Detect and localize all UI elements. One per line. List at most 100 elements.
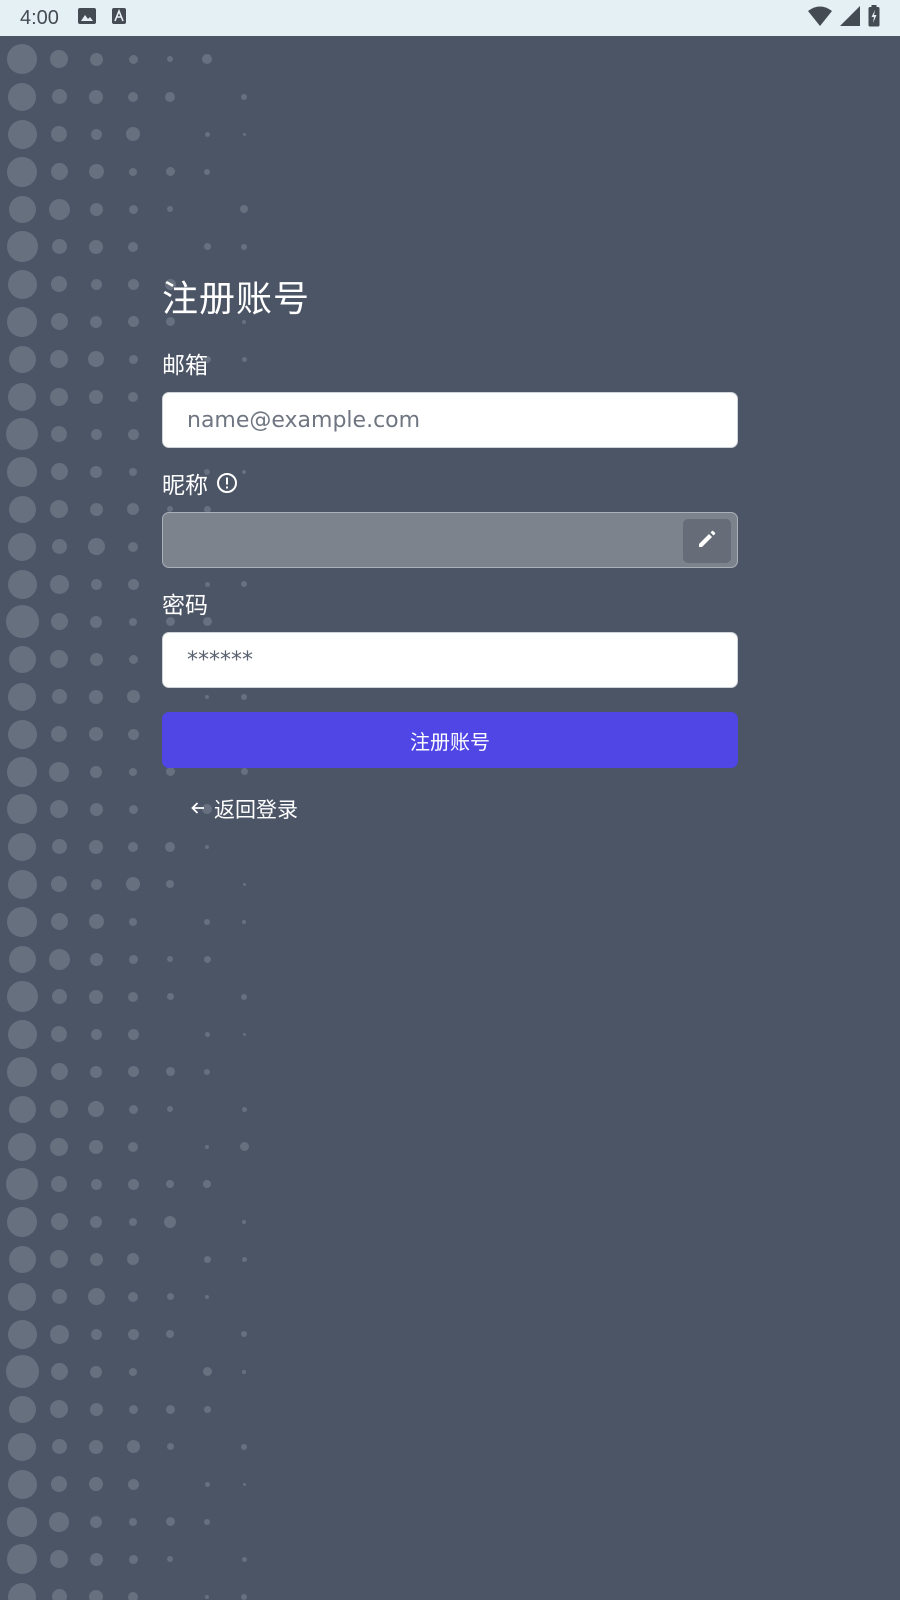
background-dot	[8, 82, 36, 111]
background-dot	[7, 456, 37, 487]
background-dot	[129, 617, 137, 626]
background-dot	[51, 1176, 67, 1192]
background-dot	[90, 765, 102, 778]
info-icon[interactable]	[216, 472, 238, 494]
background-dot	[126, 690, 140, 703]
email-field[interactable]	[163, 393, 737, 447]
background-dot	[51, 1026, 67, 1042]
background-dot	[127, 578, 139, 590]
background-dot	[5, 1355, 39, 1388]
background-dot	[6, 418, 38, 450]
background-dot	[128, 1104, 138, 1114]
background-dot	[8, 1582, 36, 1600]
battery-charging-icon	[868, 5, 880, 31]
background-dot	[51, 276, 67, 292]
background-dot	[50, 1550, 68, 1568]
background-dot	[51, 989, 67, 1004]
background-dot	[242, 1219, 246, 1224]
background-dot	[51, 1589, 67, 1600]
email-label-row: 邮箱	[162, 340, 738, 386]
background-dot	[89, 239, 103, 254]
background-dot	[7, 1506, 37, 1537]
background-dot	[129, 467, 137, 476]
background-dot	[241, 1106, 247, 1112]
background-dot	[129, 1367, 137, 1376]
background-dot	[90, 1178, 102, 1190]
background-dot	[205, 1594, 209, 1599]
background-dot	[242, 919, 246, 924]
background-dot	[8, 532, 36, 561]
background-dot	[89, 1589, 103, 1600]
background-dot	[6, 231, 38, 262]
page-title: 注册账号	[162, 279, 311, 320]
email-label: 邮箱	[162, 353, 208, 379]
background-dot	[128, 204, 138, 214]
background-dot	[51, 426, 67, 442]
wifi-icon	[808, 6, 832, 30]
background-dot	[128, 1554, 138, 1564]
background-dot	[90, 315, 102, 328]
background-dot	[89, 502, 103, 516]
background-dot	[50, 463, 68, 480]
background-dot	[203, 1255, 211, 1263]
background-dot	[7, 269, 37, 299]
background-dot	[90, 615, 102, 628]
background-dot	[90, 278, 102, 290]
font-icon	[111, 7, 127, 29]
background-dot	[205, 1144, 209, 1149]
background-dot	[90, 1328, 102, 1340]
background-dot	[127, 1253, 139, 1265]
background-dot	[51, 876, 67, 892]
nickname-label-row: 昵称	[162, 460, 738, 506]
background-dot	[7, 756, 37, 787]
background-dot	[89, 1402, 103, 1416]
background-dot	[128, 991, 138, 1002]
background-dot	[164, 1215, 176, 1228]
background-dot	[167, 1556, 173, 1562]
background-dot	[166, 993, 174, 1000]
password-field[interactable]	[163, 633, 737, 687]
background-dot	[241, 1331, 247, 1337]
background-dot	[7, 1056, 37, 1087]
back-to-login-link[interactable]: 返回登录	[190, 794, 298, 824]
background-dot	[202, 54, 212, 64]
background-dot	[89, 802, 103, 816]
background-dot	[88, 1101, 104, 1117]
background-dot	[128, 54, 138, 64]
background-dot	[7, 794, 37, 824]
background-dot	[87, 538, 105, 555]
background-dot	[241, 1556, 247, 1562]
background-dot	[48, 198, 70, 220]
background-dot	[90, 578, 102, 590]
background-dot	[51, 239, 67, 254]
background-dot	[8, 1132, 36, 1161]
background-dot	[7, 1206, 37, 1237]
background-dot	[89, 52, 103, 66]
background-dot	[89, 202, 103, 216]
background-dot	[89, 689, 103, 704]
background-dot	[128, 541, 138, 552]
background-dot	[8, 195, 36, 223]
background-dot	[8, 1282, 36, 1311]
background-dot	[88, 351, 104, 367]
background-dot	[50, 650, 68, 668]
background-dot	[128, 1591, 138, 1600]
register-button[interactable]: 注册账号	[162, 712, 738, 768]
background-dot	[167, 206, 173, 212]
background-dot	[7, 869, 37, 899]
background-dot	[7, 1544, 37, 1574]
password-field-wrapper	[162, 632, 738, 688]
edit-nickname-button[interactable]	[683, 519, 731, 563]
nickname-field	[163, 513, 737, 567]
background-dot	[90, 1028, 102, 1040]
background-dot	[6, 1168, 38, 1200]
background-dot	[6, 981, 38, 1012]
background-dot	[89, 1439, 103, 1454]
background-dot	[127, 1178, 139, 1190]
background-dot	[242, 1482, 246, 1486]
background-dot	[8, 945, 36, 973]
background-dot	[7, 1019, 37, 1049]
background-dot	[204, 1068, 210, 1075]
background-dot	[128, 841, 138, 852]
background-dot	[5, 605, 39, 638]
